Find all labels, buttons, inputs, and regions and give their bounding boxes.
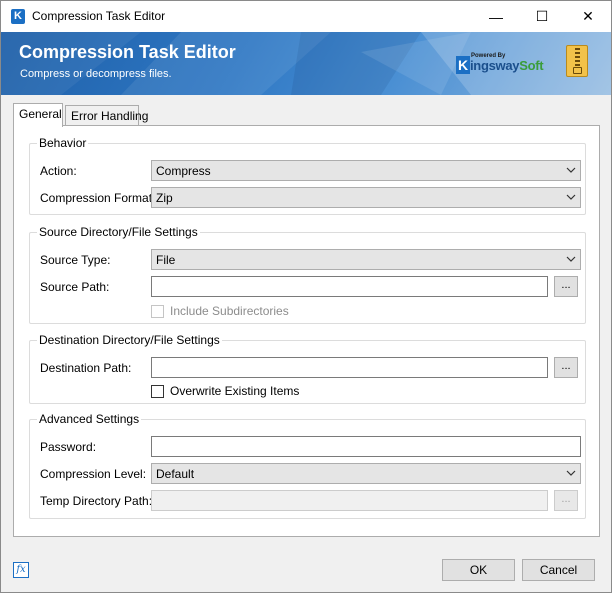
logo-soft-part: Soft <box>519 58 544 73</box>
compression-format-label: Compression Format: <box>40 191 156 205</box>
include-subdirectories-checkbox[interactable] <box>151 305 164 318</box>
chevron-down-icon <box>566 167 576 173</box>
window-title: Compression Task Editor <box>32 9 166 23</box>
destination-settings-group: Destination Directory/File Settings Dest… <box>29 333 586 404</box>
action-label: Action: <box>40 164 77 178</box>
header-banner: Compression Task Editor Compress or deco… <box>1 32 611 95</box>
compression-level-value: Default <box>156 467 195 481</box>
close-button[interactable]: ✕ <box>565 1 611 32</box>
compression-level-label: Compression Level: <box>40 467 147 481</box>
temp-directory-label: Temp Directory Path: <box>40 494 153 508</box>
overwrite-existing-label: Overwrite Existing Items <box>170 384 300 398</box>
advanced-settings-group: Advanced Settings Password: Compression … <box>29 412 586 519</box>
source-settings-group: Source Directory/File Settings Source Ty… <box>29 225 586 324</box>
chevron-down-icon <box>566 256 576 262</box>
tab-error-handling[interactable]: Error Handling <box>65 105 148 126</box>
password-input[interactable] <box>151 436 581 457</box>
banner-subtitle: Compress or decompress files. <box>20 68 172 80</box>
zip-file-icon <box>566 45 588 77</box>
kingsway-app-icon: K <box>11 9 25 24</box>
title-bar[interactable]: K Compression Task Editor — ☐ ✕ <box>1 1 611 32</box>
tab-general[interactable]: General <box>13 103 63 127</box>
source-type-select[interactable]: File <box>151 249 581 270</box>
action-select-value: Compress <box>156 164 211 178</box>
zip-teeth <box>575 48 580 68</box>
maximize-button[interactable]: ☐ <box>519 1 565 32</box>
compression-format-value: Zip <box>156 191 173 205</box>
compression-task-editor-window: K Compression Task Editor — ☐ ✕ Compress… <box>0 0 612 593</box>
overwrite-existing-checkbox[interactable] <box>151 385 164 398</box>
logo-k-mark: K <box>456 56 470 74</box>
destination-path-input[interactable] <box>151 357 548 378</box>
behavior-group: Behavior Action: Compress Compression Fo… <box>29 136 586 215</box>
temp-directory-browse-button[interactable]: ... <box>554 490 578 511</box>
logo-name-part: ingsway <box>470 58 520 73</box>
destination-path-label: Destination Path: <box>40 361 132 375</box>
source-group-title: Source Directory/File Settings <box>37 225 200 239</box>
ok-button[interactable]: OK <box>442 559 515 581</box>
compression-level-select[interactable]: Default <box>151 463 581 484</box>
action-select[interactable]: Compress <box>151 160 581 181</box>
cancel-button[interactable]: Cancel <box>522 559 595 581</box>
logo-wordmark: ingswaySoft <box>470 58 544 73</box>
banner-title: Compression Task Editor <box>19 42 236 62</box>
expressions-fx-icon[interactable]: fx <box>13 562 29 578</box>
minimize-button[interactable]: — <box>473 1 519 32</box>
destination-group-title: Destination Directory/File Settings <box>37 333 222 347</box>
compression-format-select[interactable]: Zip <box>151 187 581 208</box>
source-type-label: Source Type: <box>40 253 111 267</box>
kingswaysoft-logo: Powered By K ingswaySoft <box>456 53 546 82</box>
chevron-down-icon <box>566 470 576 476</box>
general-tab-page: Behavior Action: Compress Compression Fo… <box>13 125 600 537</box>
chevron-down-icon <box>566 194 576 200</box>
source-path-browse-button[interactable]: ... <box>554 276 578 297</box>
temp-directory-input[interactable] <box>151 490 548 511</box>
source-type-value: File <box>156 253 176 267</box>
source-path-label: Source Path: <box>40 280 110 294</box>
advanced-group-title: Advanced Settings <box>37 412 142 426</box>
zip-pull <box>573 67 582 74</box>
source-path-input[interactable] <box>151 276 548 297</box>
include-subdirectories-label: Include Subdirectories <box>170 304 289 318</box>
password-label: Password: <box>40 440 97 454</box>
behavior-group-title: Behavior <box>37 136 89 150</box>
destination-path-browse-button[interactable]: ... <box>554 357 578 378</box>
